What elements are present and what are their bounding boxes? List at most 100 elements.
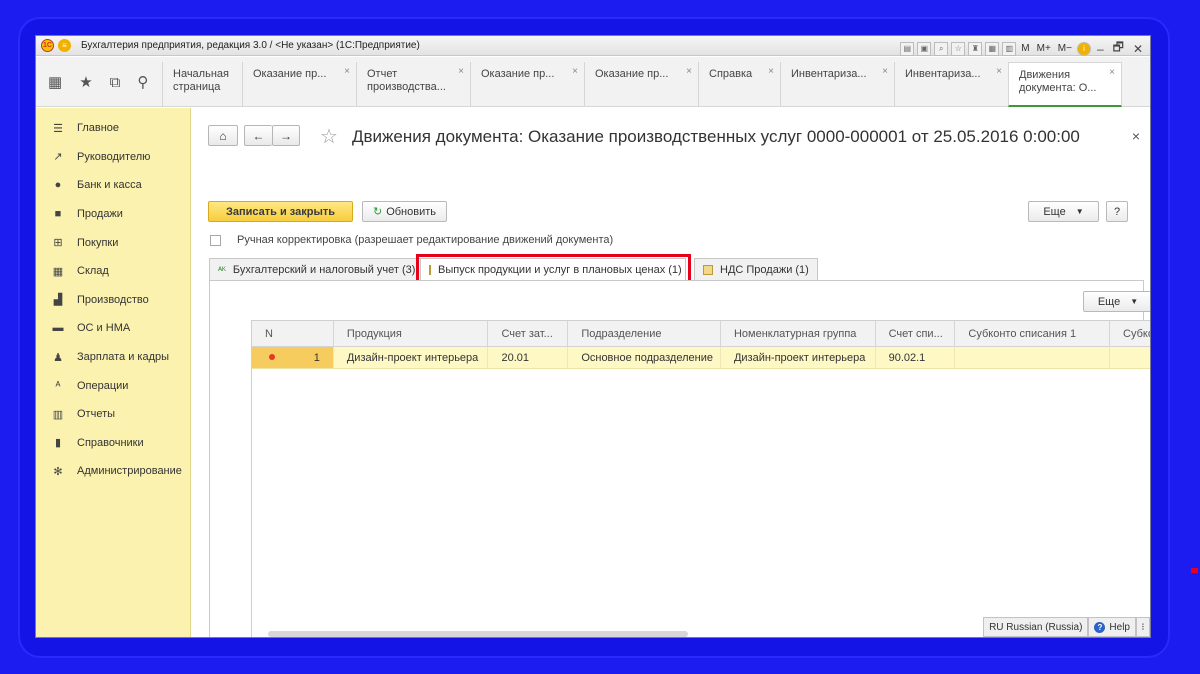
tab-service-2[interactable]: Оказание пр... × (470, 62, 584, 106)
sidebar-item-warehouse[interactable]: ▦ Склад (36, 257, 190, 286)
tab-inventory-1[interactable]: Инвентариза... × (780, 62, 894, 106)
save-icon[interactable]: ▣ (917, 41, 932, 56)
sidebar-item-purchases[interactable]: ⊞ Покупки (36, 228, 190, 257)
star-icon[interactable]: ★ (79, 73, 92, 91)
forward-button[interactable]: → (272, 125, 300, 146)
sidebar-item-catalogs[interactable]: ▮ Справочники (36, 429, 190, 458)
column-header[interactable]: Субконто списания 1 (955, 321, 1111, 346)
sidebar-item-label: Справочники (77, 436, 144, 449)
sidebar-item-sales[interactable]: ■ Продажи (36, 200, 190, 229)
manual-edit-row: Ручная корректировка (разрешает редактир… (210, 234, 613, 246)
info-icon[interactable]: i (1076, 41, 1091, 56)
table-cell[interactable]: Дизайн-проект интерьера (721, 347, 876, 368)
favorites-icon[interactable]: ☆ (951, 41, 966, 56)
tab-label: Оказание пр... (595, 68, 669, 80)
tab-document-movements[interactable]: Движения документа: О... × (1008, 62, 1122, 107)
table-cell[interactable]: Основное подразделение (568, 347, 721, 368)
table-more-button[interactable]: Еще ▼ (1083, 291, 1150, 312)
tab-label: Отчет (367, 68, 398, 80)
sidebar-item-administration[interactable]: ✻ Администрирование (36, 457, 190, 486)
tab-service-1[interactable]: Оказание пр... × (242, 62, 356, 106)
find-icon[interactable]: ⌕ (934, 41, 949, 56)
column-header[interactable]: Подразделение (568, 321, 721, 346)
help-status-button[interactable]: ? Help (1088, 617, 1136, 637)
close-icon[interactable]: × (996, 65, 1002, 78)
table-cell[interactable]: 90.02.1 (876, 347, 956, 368)
tab-vat-sales[interactable]: НДС Продажи (1) (694, 258, 818, 280)
column-header[interactable]: Продукция (334, 321, 489, 346)
tab-inventory-2[interactable]: Инвентариза... × (894, 62, 1008, 106)
register-icon (703, 264, 713, 275)
tab-reference[interactable]: Справка × (698, 62, 780, 106)
manual-edit-checkbox[interactable] (210, 234, 221, 246)
close-icon[interactable]: × (686, 65, 692, 78)
save-and-close-button[interactable]: Записать и закрыть (208, 201, 353, 222)
tab-production-report[interactable]: Отчет производства... × (356, 62, 470, 106)
close-icon[interactable]: × (882, 65, 888, 78)
horizontal-scrollbar[interactable] (268, 631, 688, 637)
table-row[interactable]: 1 Дизайн-проект интерьера 20.01 Основное… (252, 347, 1150, 369)
help-button[interactable]: ? (1106, 201, 1128, 222)
gear-icon: ✻ (53, 465, 63, 478)
table-cell[interactable] (1110, 347, 1150, 368)
grid-icon[interactable]: ▦ (48, 73, 62, 91)
tab-label: Инвентариза... (905, 68, 981, 80)
column-header[interactable]: Субко (1110, 321, 1150, 346)
open-windows-bar: ▦ ★ ⧉ ⚲ Начальная страница Оказание пр..… (36, 57, 1150, 107)
refresh-button[interactable]: ↻ Обновить (362, 201, 447, 222)
status-bar-resize[interactable]: ⁝ (1136, 617, 1150, 637)
restore-button[interactable]: 🗗 (1110, 38, 1127, 59)
close-icon[interactable]: × (572, 65, 578, 78)
close-icon[interactable]: × (344, 65, 350, 78)
cart-icon: ⊞ (53, 237, 63, 250)
tab-label: Бухгалтерский и налоговый учет (3) (232, 263, 416, 276)
column-header[interactable]: Счет зат... (488, 321, 569, 346)
back-button[interactable]: ← (244, 125, 272, 146)
calendar-icon[interactable]: ▥ (1002, 41, 1017, 56)
favorite-star-icon[interactable]: ☆ (320, 124, 338, 149)
home-button[interactable]: ⌂ (208, 125, 238, 146)
language-indicator[interactable]: RU Russian (Russia) (983, 617, 1089, 637)
more-button[interactable]: Еще ▼ (1028, 201, 1099, 222)
sidebar-item-main[interactable]: ☰ Главное (36, 114, 190, 143)
print-icon[interactable]: ▤ (900, 41, 915, 56)
column-header[interactable]: Счет спи... (876, 321, 956, 346)
search-icon[interactable]: ⚲ (137, 73, 148, 91)
close-icon[interactable]: × (1109, 66, 1115, 79)
coin-icon: ● (54, 179, 62, 192)
operations-icon: ᴬ (55, 379, 61, 392)
main-menu-icon[interactable]: ≡ (58, 39, 71, 52)
calculator-icon[interactable]: ▦ (985, 41, 1000, 56)
bag-icon: ■ (54, 208, 62, 221)
sidebar-item-label: Покупки (77, 236, 119, 249)
table-cell[interactable] (955, 347, 1111, 368)
memory-minus-button[interactable]: M− (1056, 43, 1074, 54)
tab-accounting[interactable]: ᴬᴷ Бухгалтерский и налоговый учет (3) (209, 258, 425, 280)
truck-icon: ▬ (52, 322, 64, 335)
tab-home[interactable]: Начальная страница (162, 62, 242, 106)
memory-plus-button[interactable]: M+ (1035, 43, 1053, 54)
minimize-button[interactable]: – (1094, 42, 1107, 56)
tab-label: производства... (367, 81, 446, 93)
tab-service-3[interactable]: Оказание пр... × (584, 62, 698, 106)
history-icon[interactable]: ⧉ (110, 74, 121, 91)
close-form-button[interactable]: × (1132, 128, 1140, 144)
memory-button[interactable]: M (1019, 43, 1031, 54)
sidebar-item-operations[interactable]: ᴬ Операции (36, 371, 190, 400)
sidebar-item-label: Склад (77, 265, 109, 278)
sidebar-item-fixed-assets[interactable]: ▬ ОС и НМА (36, 314, 190, 343)
sidebar-item-bank[interactable]: ● Банк и касса (36, 171, 190, 200)
close-icon[interactable]: × (768, 65, 774, 78)
close-window-button[interactable]: ✕ (1130, 42, 1146, 56)
chart-icon: ▥ (52, 408, 64, 421)
sidebar-item-manager[interactable]: ↗ Руководителю (36, 143, 190, 172)
table-cell[interactable]: 20.01 (488, 347, 569, 368)
sidebar-item-production[interactable]: ▟ Производство (36, 286, 190, 315)
column-header[interactable]: N (252, 321, 334, 346)
close-icon[interactable]: × (458, 65, 464, 78)
bookmark-icon[interactable]: ♜ (968, 41, 983, 56)
column-header[interactable]: Номенклатурная группа (721, 321, 876, 346)
table-cell[interactable]: Дизайн-проект интерьера (334, 347, 489, 368)
sidebar-item-payroll[interactable]: ♟ Зарплата и кадры (36, 343, 190, 372)
sidebar-item-reports[interactable]: ▥ Отчеты (36, 400, 190, 429)
